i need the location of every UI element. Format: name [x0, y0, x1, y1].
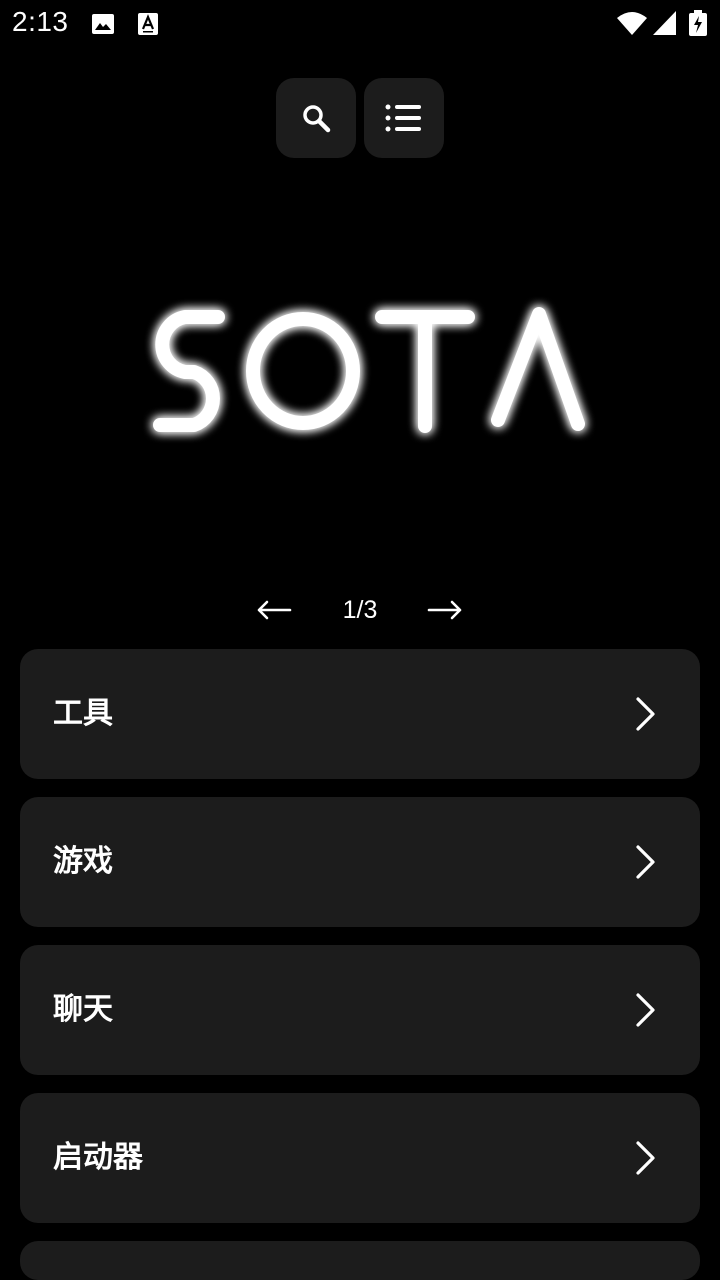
chevron-right-icon: [636, 845, 655, 879]
menu-button[interactable]: [364, 78, 444, 158]
status-bar: 2:13: [0, 0, 720, 48]
list-menu-icon: [385, 104, 421, 132]
wifi-icon: [617, 12, 647, 35]
battery-charging-icon: [689, 10, 707, 36]
category-card-games[interactable]: 游戏: [20, 797, 700, 927]
category-card-launcher[interactable]: 启动器: [20, 1093, 700, 1223]
arrow-left-icon: [257, 600, 292, 620]
category-label: 工具: [53, 696, 113, 731]
chevron-right-icon: [636, 697, 655, 731]
pager: 1/3: [0, 588, 720, 638]
page-indicator: 1/3: [342, 596, 378, 624]
category-label: 启动器: [53, 1140, 143, 1175]
chevron-right-icon: [636, 993, 655, 1027]
image-icon: [92, 14, 114, 34]
arrow-right-icon: [427, 600, 462, 620]
sota-logo: [153, 307, 585, 433]
font-a-icon: [138, 13, 158, 35]
category-card-tools[interactable]: 工具: [20, 649, 700, 779]
search-button[interactable]: [276, 78, 356, 158]
category-card-partial[interactable]: [20, 1241, 700, 1280]
prev-page-button[interactable]: [249, 588, 299, 632]
cellular-signal-icon: [653, 11, 676, 35]
category-card-chat[interactable]: 聊天: [20, 945, 700, 1075]
search-icon: [303, 105, 331, 133]
next-page-button[interactable]: [420, 588, 470, 632]
category-label: 游戏: [53, 844, 113, 879]
status-time: 2:13: [12, 6, 69, 37]
chevron-right-icon: [636, 1141, 655, 1175]
category-label: 聊天: [53, 992, 113, 1027]
